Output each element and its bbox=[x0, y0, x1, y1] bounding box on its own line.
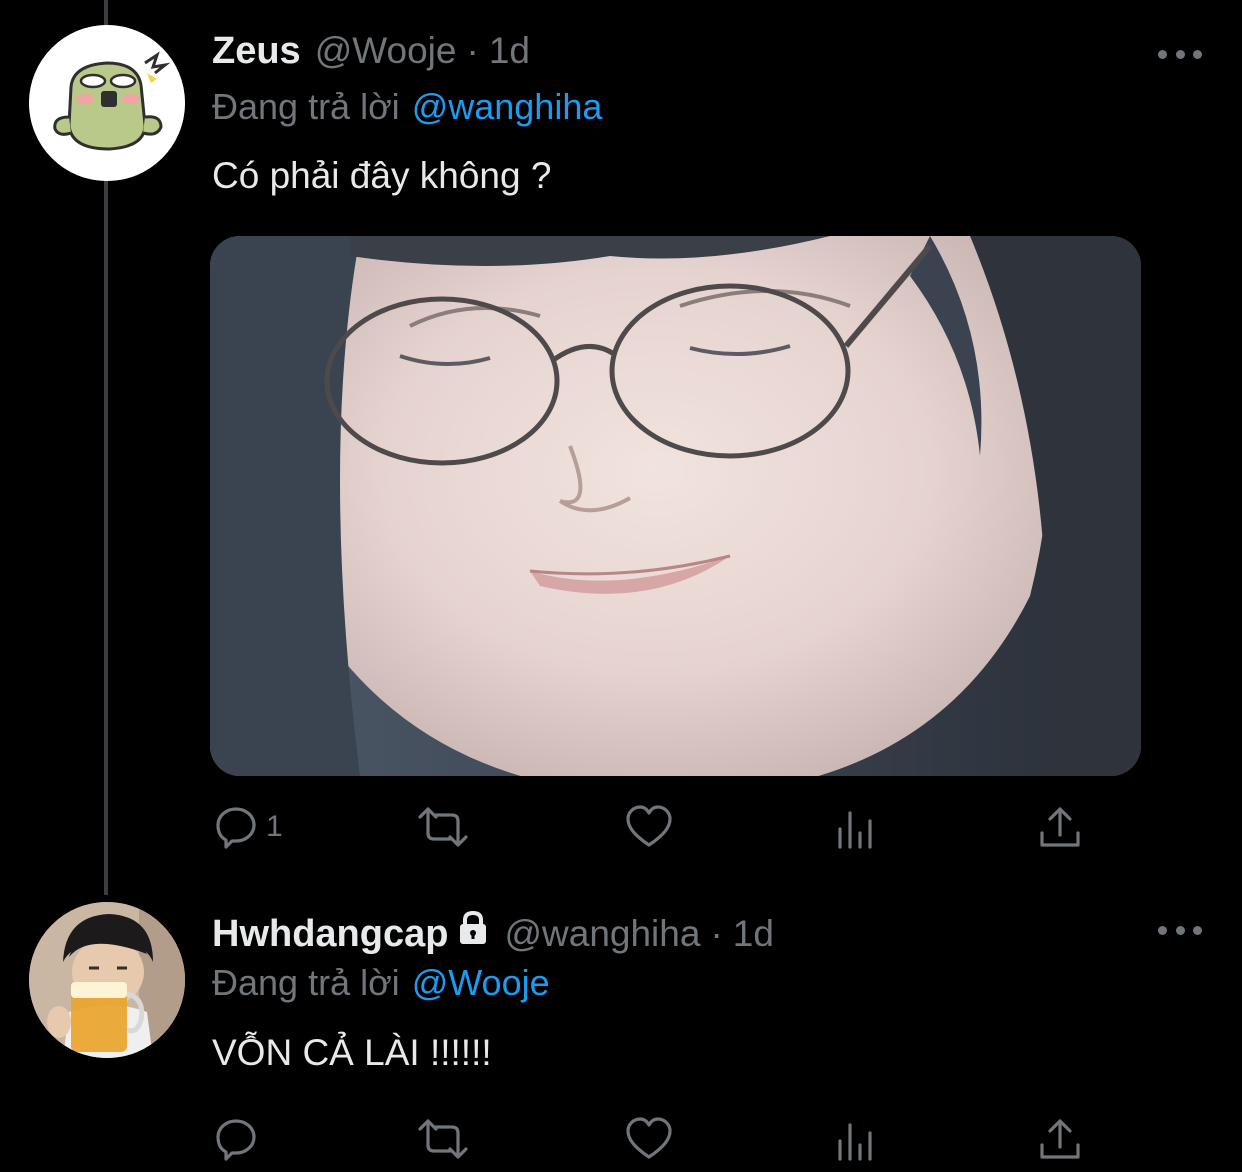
timestamp[interactable]: 1d bbox=[489, 30, 530, 72]
analytics-button[interactable] bbox=[834, 802, 878, 852]
share-button[interactable] bbox=[1038, 802, 1082, 852]
tweet-media-image[interactable] bbox=[210, 236, 1141, 776]
tweet-text: Có phải đây không ? bbox=[212, 155, 552, 196]
reply-count: 1 bbox=[266, 810, 283, 843]
tweet-actions: 1 bbox=[212, 802, 1092, 852]
tweet-actions bbox=[212, 1114, 1092, 1164]
reply-mention-link[interactable]: @wanghiha bbox=[412, 86, 603, 127]
avatar-hwhdangcap[interactable] bbox=[29, 902, 185, 1058]
display-name[interactable]: Zeus bbox=[212, 30, 301, 73]
retweet-button[interactable] bbox=[414, 802, 472, 852]
reply-button[interactable]: 1 bbox=[212, 802, 283, 852]
retweet-icon bbox=[418, 807, 468, 847]
reply-prefix: Đang trả lời bbox=[212, 86, 400, 127]
reply-mention-link[interactable]: @Wooje bbox=[412, 962, 550, 1003]
analytics-icon bbox=[838, 1123, 872, 1161]
more-icon[interactable] bbox=[1158, 922, 1202, 938]
like-button[interactable] bbox=[624, 1114, 674, 1164]
reply-prefix: Đang trả lời bbox=[212, 962, 400, 1003]
tweet-header: Zeus @Wooje · 1d bbox=[212, 30, 530, 73]
more-icon[interactable] bbox=[1158, 46, 1202, 62]
analytics-button[interactable] bbox=[834, 1114, 878, 1164]
retweet-button[interactable] bbox=[414, 1114, 472, 1164]
separator-dot: · bbox=[466, 30, 479, 71]
user-handle[interactable]: @Wooje bbox=[315, 30, 457, 72]
reply-icon bbox=[216, 1119, 256, 1161]
tweet-text: VỖN CẢ LÀI !!!!!! bbox=[212, 1032, 492, 1073]
replying-to: Đang trả lời @Wooje bbox=[212, 962, 550, 1004]
user-handle[interactable]: @wanghiha bbox=[504, 913, 700, 955]
tweet-header: Hwhdangcap @wanghiha · 1d bbox=[212, 910, 774, 956]
avatar-zeus[interactable] bbox=[29, 25, 185, 181]
retweet-icon bbox=[418, 1119, 468, 1159]
timestamp[interactable]: 1d bbox=[733, 913, 774, 955]
share-button[interactable] bbox=[1038, 1114, 1082, 1164]
lock-icon bbox=[456, 910, 490, 951]
like-icon bbox=[626, 805, 672, 847]
display-name[interactable]: Hwhdangcap bbox=[212, 913, 448, 956]
like-icon bbox=[626, 1117, 672, 1159]
share-icon bbox=[1040, 807, 1080, 847]
separator-dot: · bbox=[710, 913, 723, 954]
reply-button[interactable] bbox=[212, 1114, 266, 1164]
analytics-icon bbox=[838, 811, 872, 849]
like-button[interactable] bbox=[624, 802, 674, 852]
reply-icon bbox=[216, 807, 256, 849]
share-icon bbox=[1040, 1119, 1080, 1159]
replying-to: Đang trả lời @wanghiha bbox=[212, 86, 602, 128]
